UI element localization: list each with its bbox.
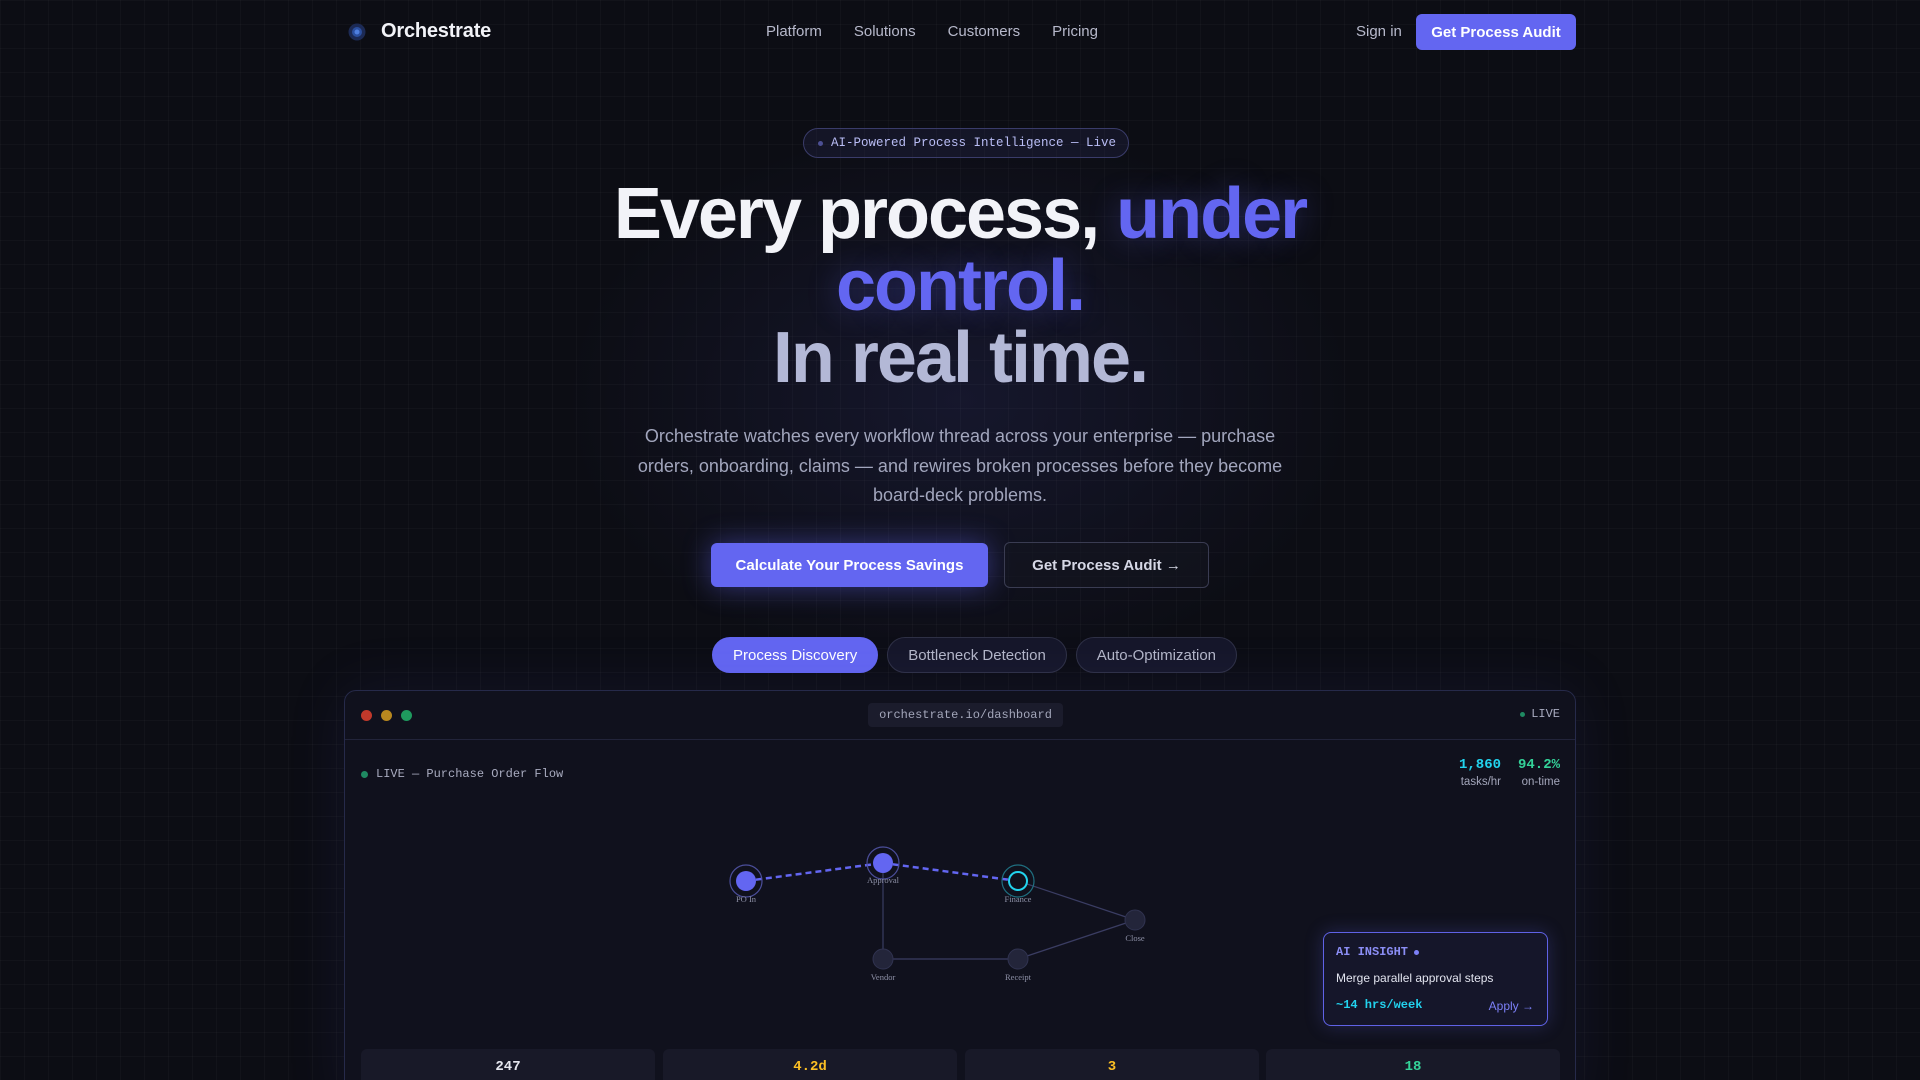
feature-tabs: Process Discovery Bottleneck Detection A…: [712, 637, 1237, 673]
node-label: Finance: [1005, 894, 1032, 904]
tab-bottleneck-detection[interactable]: Bottleneck Detection: [887, 637, 1067, 673]
headline-accent-rest: control.: [836, 246, 1086, 326]
kpi-value: 3: [1107, 1059, 1117, 1075]
kpi-card: 3: [965, 1049, 1259, 1080]
nav-link-pricing[interactable]: Pricing: [1052, 23, 1098, 40]
edge-receipt-close: [1017, 919, 1136, 960]
badge-dot-icon: [818, 140, 823, 146]
tab-auto-optimization[interactable]: Auto-Optimization: [1075, 637, 1237, 673]
node-label: PO In: [736, 894, 757, 904]
hero-subtext: Orchestrate watches every workflow threa…: [637, 426, 1283, 505]
nav-link-platform[interactable]: Platform: [766, 23, 822, 40]
insight-body: Merge parallel approval steps: [1336, 971, 1494, 985]
kpi-card: 18: [1266, 1049, 1560, 1080]
tab-process-discovery[interactable]: Process Discovery: [712, 637, 879, 673]
headline-line3: In real time.: [772, 318, 1149, 398]
node-label: Receipt: [1005, 972, 1032, 982]
edge-finance-close: [1017, 880, 1136, 921]
insight-dot-icon: [1414, 949, 1420, 955]
insight-apply-link[interactable]: Apply →: [1489, 999, 1534, 1013]
headline-accent-word: under: [1116, 174, 1308, 254]
sign-in-link[interactable]: Sign in: [1356, 23, 1402, 40]
calculate-savings-button[interactable]: Calculate Your Process Savings: [711, 543, 988, 587]
node-vendor[interactable]: Vendor: [871, 948, 896, 982]
nav-link-customers[interactable]: Customers: [948, 23, 1021, 40]
insight-savings: ~14 hrs/week: [1336, 998, 1423, 1012]
kpi-value: 247: [495, 1059, 521, 1075]
edge-approval-finance: [882, 861, 1019, 883]
node-approval[interactable]: Approval: [866, 846, 900, 885]
kpi-card: 247: [361, 1049, 655, 1080]
edge-po-approval: [745, 861, 884, 883]
node-close[interactable]: Close: [1124, 909, 1146, 943]
nav-get-audit-button[interactable]: Get Process Audit: [1416, 14, 1576, 50]
hero-headline: Every process, under control. In real ti…: [0, 178, 1920, 394]
brand[interactable]: Orchestrate: [347, 20, 491, 43]
dashboard-preview: orchestrate.io/dashboard LIVE LIVE — Pur…: [344, 690, 1576, 1080]
badge-text: AI-Powered Process Intelligence — Live: [831, 136, 1117, 150]
node-po-in[interactable]: PO In: [729, 864, 763, 904]
insight-title-text: AI INSIGHT: [1336, 945, 1409, 959]
ai-insight-card: AI INSIGHT Merge parallel approval steps…: [1323, 932, 1548, 1026]
node-label: Vendor: [871, 972, 896, 982]
brand-name: Orchestrate: [381, 20, 492, 42]
top-nav: Orchestrate Platform Solutions Customers…: [0, 0, 1920, 64]
nav-link-solutions[interactable]: Solutions: [854, 23, 916, 40]
orchestrate-logo-icon: [348, 23, 366, 40]
node-label: Approval: [867, 875, 900, 885]
insight-title: AI INSIGHT: [1336, 945, 1420, 959]
live-badge: AI-Powered Process Intelligence — Live: [803, 128, 1130, 158]
kpi-value: 4.2d: [793, 1059, 827, 1075]
nav-links: Platform Solutions Customers Pricing: [766, 23, 1098, 40]
kpi-card: 4.2d: [663, 1049, 957, 1080]
node-receipt[interactable]: Receipt: [1005, 948, 1032, 982]
get-process-audit-button[interactable]: Get Process Audit →: [1004, 542, 1209, 588]
headline-part1: Every process,: [613, 174, 1100, 254]
kpi-value: 18: [1404, 1059, 1422, 1075]
node-label: Close: [1125, 933, 1145, 943]
